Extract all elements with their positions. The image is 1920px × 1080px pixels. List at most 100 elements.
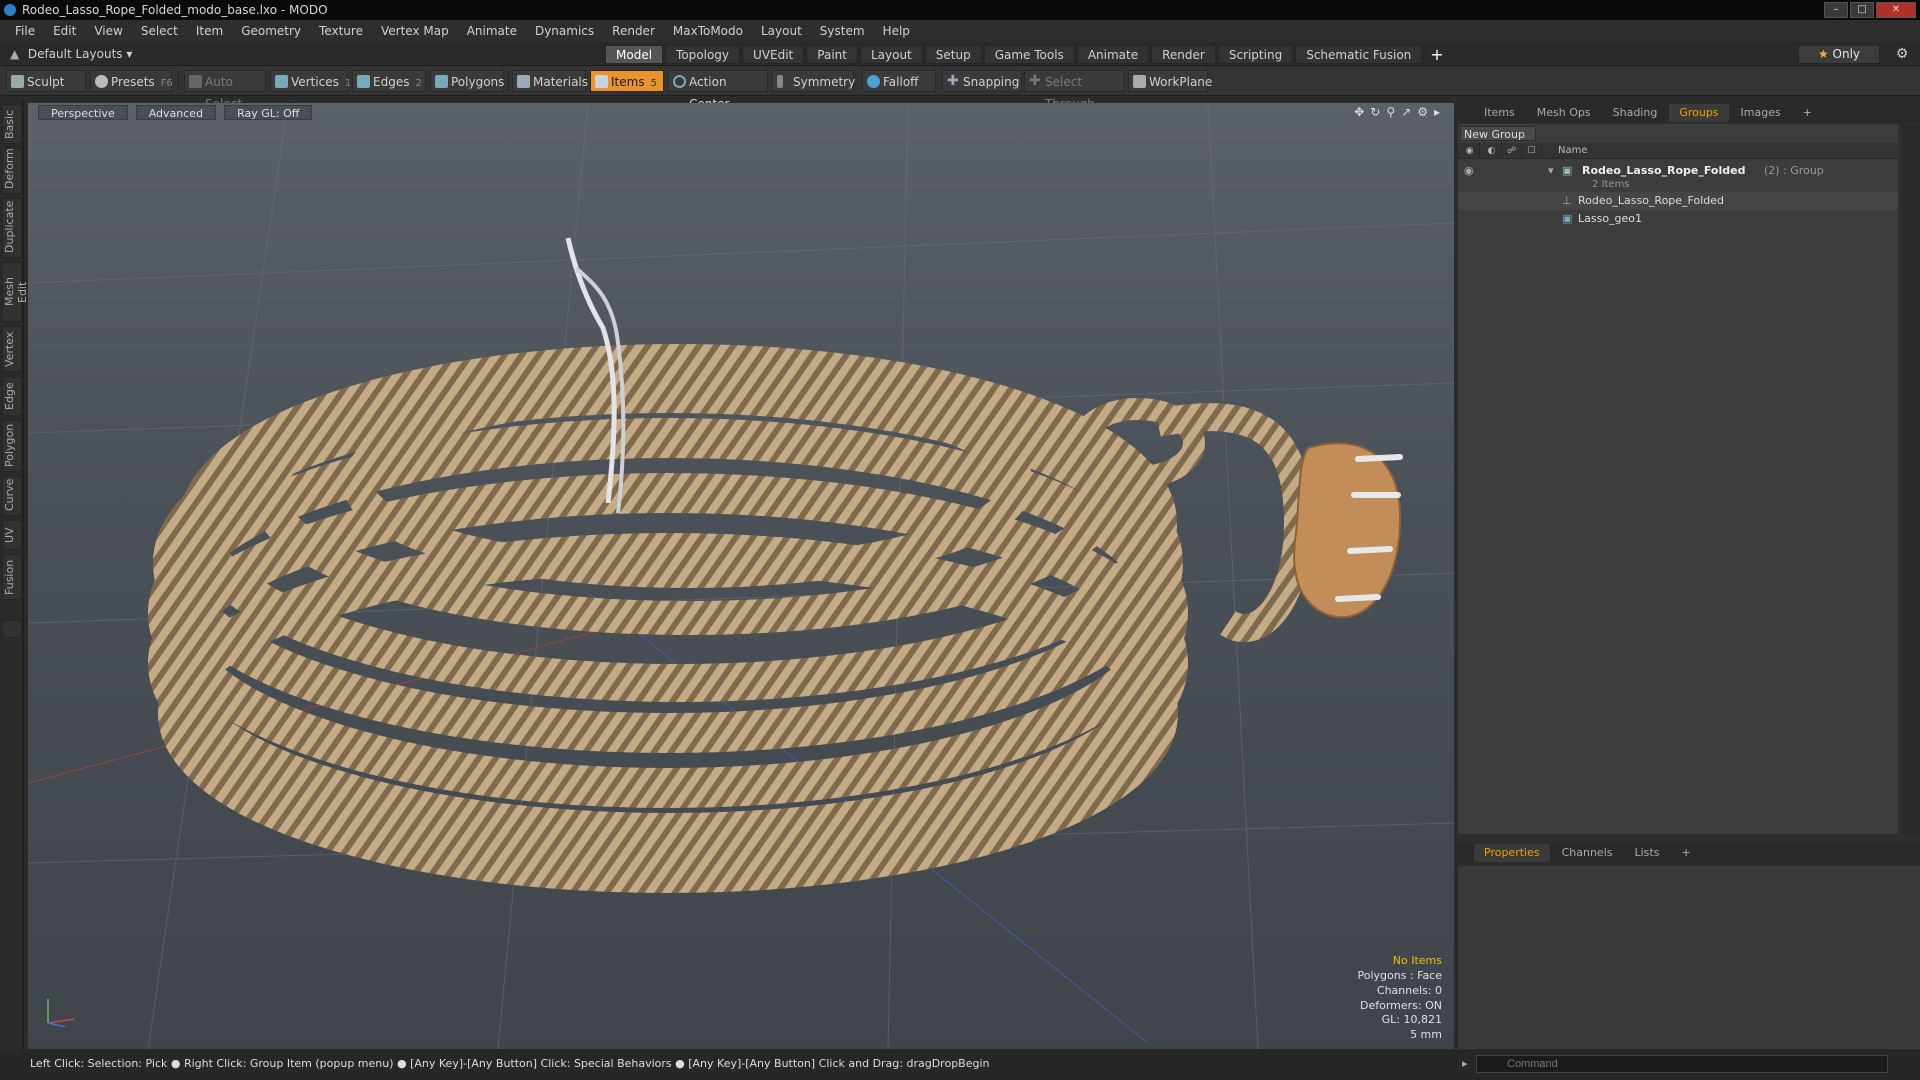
tab-topology[interactable]: Topology (665, 45, 741, 64)
render-column-icon[interactable]: ◐ (1482, 143, 1502, 159)
view-mode-dropdown[interactable]: Perspective (38, 105, 128, 120)
vtab-basic[interactable]: Basic (2, 104, 22, 144)
menu-item[interactable]: Item (187, 20, 232, 42)
select-through-button[interactable]: ✚ Select Through (1024, 70, 1124, 111)
menu-geometry[interactable]: Geometry (232, 20, 310, 42)
layout-selector[interactable]: ▲ Default Layouts ▾ (10, 45, 132, 63)
select-column-icon[interactable]: ☐ (1522, 143, 1542, 159)
vtab-uv[interactable]: UV (2, 520, 22, 550)
pan-icon[interactable]: ✥ (1354, 105, 1364, 119)
list-item[interactable]: ▣ Lasso_geo1 (1458, 210, 1898, 228)
falloff-button[interactable]: Falloff (862, 70, 936, 92)
polygons-button[interactable]: Polygons (430, 70, 504, 92)
tab-lists[interactable]: Lists (1625, 844, 1670, 862)
add-props-tab-icon[interactable]: + (1671, 844, 1700, 862)
expand-arrow-icon[interactable]: ▸ (1434, 105, 1440, 119)
vtab-vertex[interactable]: Vertex (2, 326, 22, 372)
vtab-polygon[interactable]: Polygon (2, 420, 22, 472)
menu-edit[interactable]: Edit (44, 20, 85, 42)
workplane-button[interactable]: WorkPlane (1128, 70, 1212, 92)
tab-render[interactable]: Render (1151, 45, 1216, 64)
locator-icon: ⊥ (1562, 194, 1572, 207)
tab-images[interactable]: Images (1731, 104, 1791, 122)
tab-model[interactable]: Model (605, 45, 664, 64)
command-input[interactable] (1476, 1055, 1888, 1073)
add-panel-tab-icon[interactable]: + (1793, 104, 1822, 122)
zoom-icon[interactable]: ⚲ (1386, 105, 1395, 119)
vtab-fusion[interactable]: Fusion (2, 554, 22, 600)
materials-button[interactable]: Materials (512, 70, 588, 92)
menu-render[interactable]: Render (603, 20, 664, 42)
add-tab-icon[interactable]: + (1424, 45, 1449, 64)
auto-select-button[interactable]: Auto Select (184, 70, 266, 111)
list-item[interactable]: ⊥ Rodeo_Lasso_Rope_Folded (1458, 192, 1898, 210)
item-name: Lasso_geo1 (1578, 212, 1643, 225)
tab-paint[interactable]: Paint (806, 45, 858, 64)
tab-game-tools[interactable]: Game Tools (983, 45, 1075, 64)
minimize-icon[interactable]: – (1824, 2, 1848, 18)
viewport-hud: No Items Polygons : Face Channels: 0 Def… (1357, 954, 1442, 1043)
tab-setup[interactable]: Setup (924, 45, 982, 64)
symmetry-icon (777, 75, 783, 88)
gear-icon[interactable]: ⚙ (1892, 45, 1912, 64)
viewport-settings-icon[interactable]: ⚙ (1417, 105, 1428, 119)
tab-animate[interactable]: Animate (1076, 45, 1150, 64)
menu-system[interactable]: System (811, 20, 874, 42)
shading-dropdown[interactable]: Advanced (135, 105, 217, 120)
edges-button[interactable]: Edges 2 (352, 70, 426, 92)
vertices-count: 1 (344, 78, 352, 89)
items-button[interactable]: Items 5 (590, 70, 664, 92)
visibility-column-icon[interactable]: ◉ (1460, 143, 1480, 159)
menu-dynamics[interactable]: Dynamics (526, 20, 603, 42)
tab-scripting[interactable]: Scripting (1217, 45, 1294, 64)
axis-gizmo-icon (47, 999, 75, 1027)
lock-column-icon[interactable]: ☍ (1502, 143, 1522, 159)
groups-scrollbar[interactable] (1902, 124, 1920, 834)
tab-channels[interactable]: Channels (1552, 844, 1623, 862)
menu-texture[interactable]: Texture (310, 20, 372, 42)
menu-animate[interactable]: Animate (458, 20, 526, 42)
fit-icon[interactable]: ↗ (1401, 105, 1411, 119)
tab-groups[interactable]: Groups (1669, 104, 1729, 122)
menu-vertex-map[interactable]: Vertex Map (372, 20, 458, 42)
rotate-icon[interactable]: ↻ (1370, 105, 1380, 119)
symmetry-button[interactable]: Symmetry (772, 70, 855, 92)
modo-logo-icon (4, 4, 16, 16)
menu-select[interactable]: Select (132, 20, 187, 42)
status-hint: Left Click: Selection: Pick ● Right Clic… (30, 1057, 990, 1070)
tab-properties[interactable]: Properties (1474, 844, 1550, 862)
star-icon: ★ (1817, 47, 1829, 61)
tab-mesh-ops[interactable]: Mesh Ops (1527, 104, 1601, 122)
vertices-button[interactable]: Vertices 1 (270, 70, 352, 92)
action-center-button[interactable]: Action Center (668, 70, 768, 111)
menu-help[interactable]: Help (874, 20, 919, 42)
left-tool-tabs: Basic Deform Duplicate Mesh Edit Vertex … (0, 100, 29, 1050)
maximize-icon[interactable]: □ (1850, 2, 1874, 18)
close-icon[interactable]: ✕ (1876, 2, 1916, 18)
presets-icon (95, 75, 108, 88)
menu-view[interactable]: View (85, 20, 131, 42)
snapping-button[interactable]: ✚ Snapping (942, 70, 1022, 92)
menu-file[interactable]: File (6, 20, 44, 42)
raygl-toggle[interactable]: Ray GL: Off (224, 105, 313, 120)
menu-layout[interactable]: Layout (752, 20, 811, 42)
vtab-deform[interactable]: Deform (2, 148, 22, 194)
vtab-mesh-edit[interactable]: Mesh Edit (2, 262, 29, 322)
vtab-curve[interactable]: Curve (2, 476, 22, 516)
tab-schematic-fusion[interactable]: Schematic Fusion (1295, 45, 1423, 64)
tab-uvedit[interactable]: UVEdit (742, 45, 805, 64)
presets-button[interactable]: Presets F6 (90, 70, 173, 92)
only-button[interactable]: ★ Only (1798, 45, 1880, 64)
polygons-label: Polygons (451, 75, 505, 89)
3d-viewport[interactable]: Perspective Advanced Ray GL: Off ✥ ↻ ⚲ ↗… (28, 103, 1454, 1049)
tab-items[interactable]: Items (1474, 104, 1525, 122)
new-group-button[interactable]: New Group (1460, 126, 1536, 141)
tab-layout[interactable]: Layout (859, 45, 923, 64)
sculpt-button[interactable]: Sculpt (6, 70, 86, 92)
expand-toggle-icon[interactable] (2, 620, 22, 638)
vtab-duplicate[interactable]: Duplicate (2, 198, 22, 258)
vtab-edge[interactable]: Edge (2, 376, 22, 416)
menu-maxtomodo[interactable]: MaxToModo (664, 20, 752, 42)
tab-shading[interactable]: Shading (1603, 104, 1668, 122)
edges-count: 2 (415, 78, 422, 89)
